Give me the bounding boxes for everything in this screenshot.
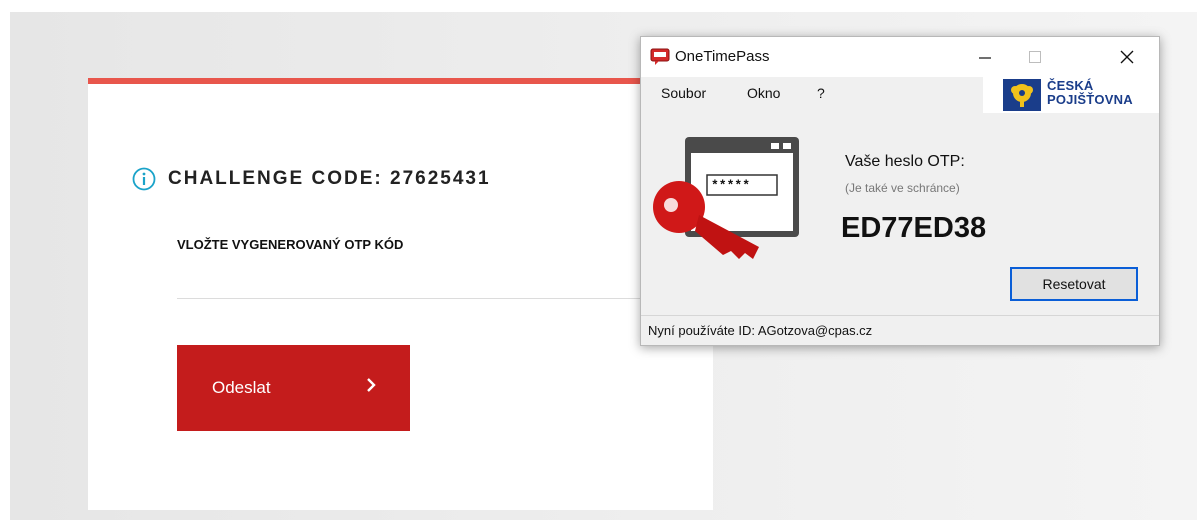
logo-text: ČESKÁ POJIŠŤOVNA: [1047, 79, 1133, 107]
submit-button-label: Odeslat: [212, 378, 271, 397]
otp-form-card: CHALLENGE CODE: 27625431 VLOŽTE VYGENERO…: [88, 78, 713, 510]
reset-button[interactable]: Resetovat: [1010, 267, 1138, 301]
menu-soubor[interactable]: Soubor: [661, 85, 706, 101]
onetimepass-window: OneTimePass Soubor Okno ? ČESKÁ POJIŠŤOV…: [640, 36, 1160, 346]
window-title: OneTimePass: [675, 48, 770, 65]
info-icon: [132, 167, 156, 191]
menu-bar: Soubor Okno ? ČESKÁ POJIŠŤOVNA: [641, 77, 1159, 113]
masked-field-text: *****: [711, 178, 750, 193]
close-icon: [1120, 50, 1134, 64]
logo-emblem-icon: [1003, 79, 1041, 111]
status-bar: Nyní používáte ID: AGotzova@cpas.cz: [641, 315, 1159, 345]
key-password-icon: *****: [653, 137, 799, 259]
status-text: Nyní používáte ID: AGotzova@cpas.cz: [648, 323, 873, 338]
password-label: Vaše heslo OTP:: [845, 153, 965, 170]
otp-content: ***** Vaše heslo OTP: (Je také ve schrán…: [641, 113, 1159, 315]
minimize-button[interactable]: [960, 37, 1010, 77]
close-button[interactable]: [1102, 37, 1152, 77]
clipboard-note: (Je také ve schránce): [845, 181, 960, 195]
submit-button[interactable]: Odeslat: [177, 345, 410, 431]
menu-help[interactable]: ?: [817, 85, 825, 101]
challenge-row: CHALLENGE CODE: 27625431: [132, 164, 491, 194]
ceska-pojistovna-logo: ČESKÁ POJIŠŤOVNA: [983, 77, 1159, 113]
chevron-right-icon: [367, 378, 376, 392]
menu-okno[interactable]: Okno: [747, 85, 780, 101]
challenge-code: CHALLENGE CODE: 27625431: [168, 168, 491, 189]
title-bar[interactable]: OneTimePass: [641, 37, 1159, 77]
logo-line-2: POJIŠŤOVNA: [1047, 92, 1133, 107]
otp-password: ED77ED38: [841, 212, 987, 244]
logo-line-1: ČESKÁ: [1047, 78, 1094, 93]
divider: [177, 298, 712, 299]
minimize-icon: [979, 57, 991, 59]
maximize-button[interactable]: [1010, 37, 1060, 77]
maximize-icon: [1029, 51, 1041, 63]
otp-instruction-label: VLOŽTE VYGENEROVANÝ OTP KÓD: [177, 237, 404, 252]
chat-icon: [650, 48, 670, 65]
